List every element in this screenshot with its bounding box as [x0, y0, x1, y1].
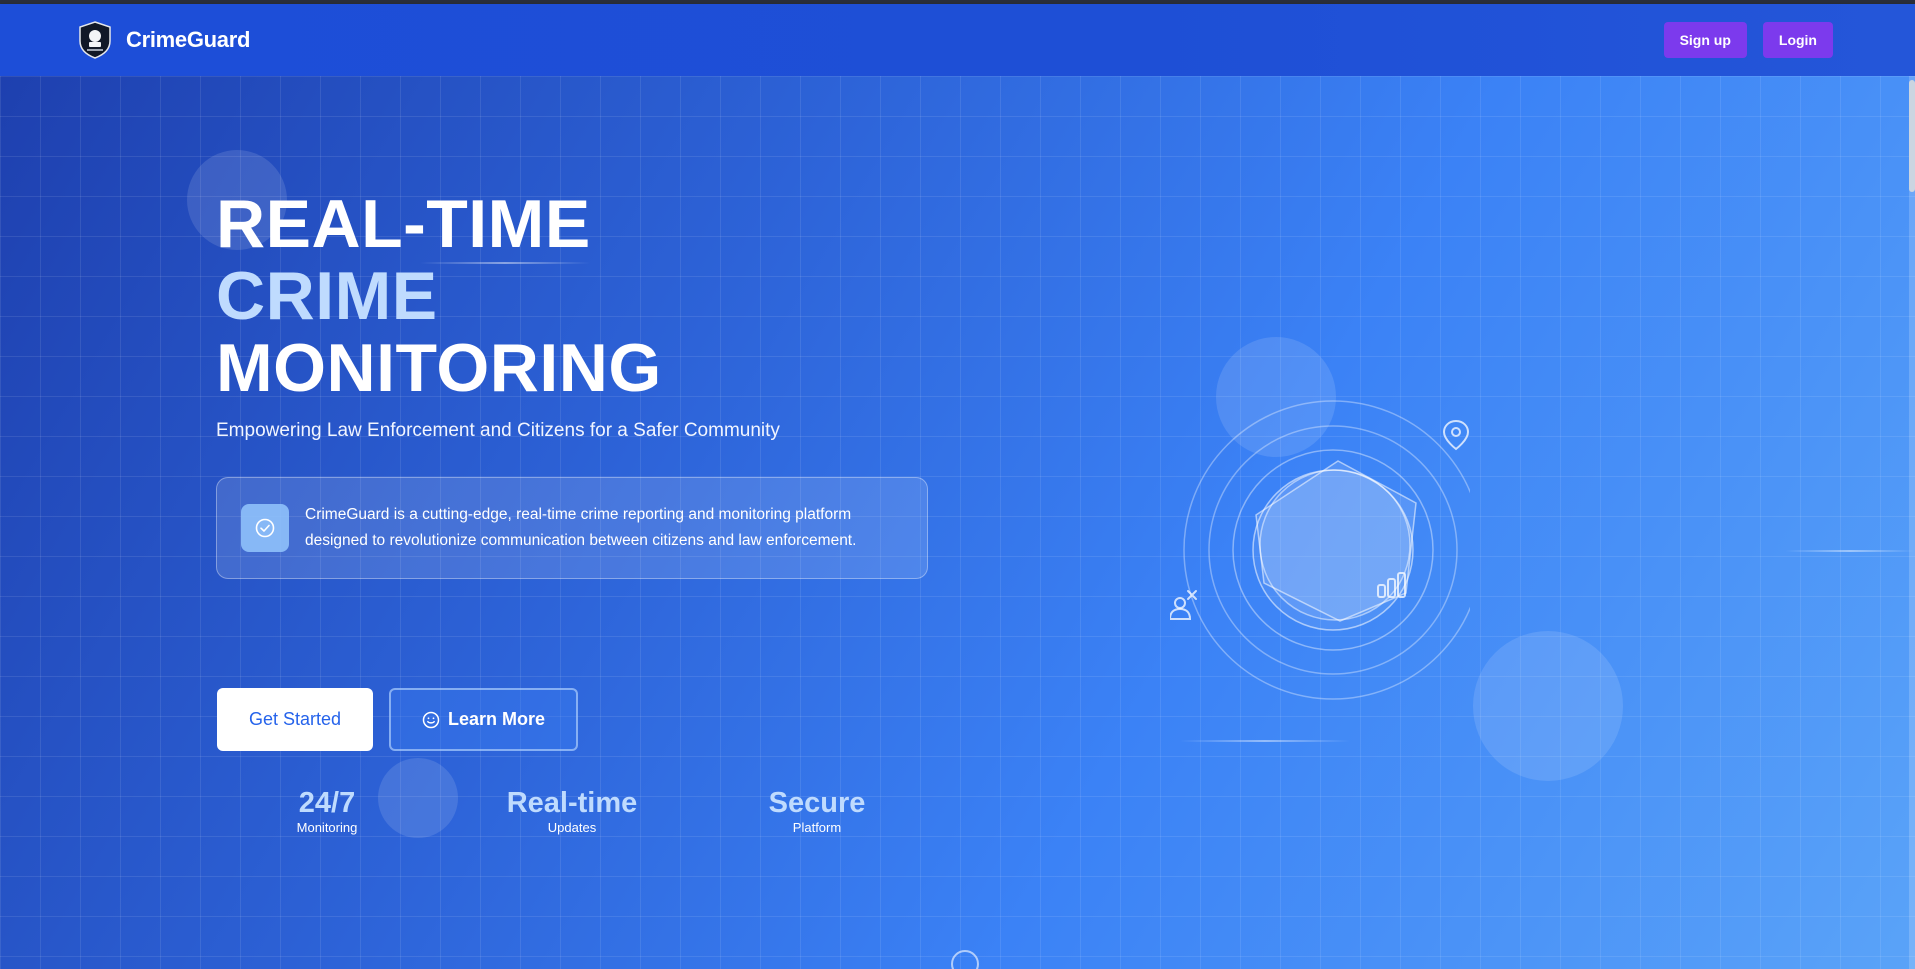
decor-line: [1785, 550, 1915, 552]
learn-more-label: Learn More: [447, 709, 546, 729]
stat-value: Real-time: [506, 787, 638, 819]
get-started-button[interactable]: Get Started: [217, 688, 373, 751]
hero-title-line1: REAL-TIME: [216, 186, 591, 262]
location-pin-icon: [1442, 419, 1470, 451]
smile-icon: [422, 711, 440, 728]
scrollbar-track[interactable]: [1909, 76, 1915, 969]
hero-subtitle: Empowering Law Enforcement and Citizens …: [216, 420, 780, 441]
decor-bubble: [1473, 631, 1623, 781]
info-description: CrimeGuard is a cutting-edge, real-time …: [305, 506, 857, 549]
stat-item: Secure Platform: [752, 786, 882, 836]
stat-label: Monitoring: [296, 820, 358, 835]
scrollbar-thumb[interactable]: [1909, 80, 1915, 192]
stat-label: Updates: [547, 820, 597, 835]
stat-value: Secure: [768, 787, 866, 819]
hero-title-line2: CRIME: [216, 258, 438, 334]
stat-item: 24/7 Monitoring: [272, 786, 382, 836]
learn-more-button[interactable]: Learn More: [389, 688, 578, 751]
brand-name: CrimeGuard: [126, 27, 251, 52]
nav-actions: Sign up Login: [1663, 22, 1833, 58]
stat-item: Real-time Updates: [492, 786, 652, 836]
hero-title-line3: MONITORING: [216, 330, 662, 406]
navbar: CrimeGuard Sign up Login: [0, 4, 1915, 76]
stat-value: 24/7: [298, 787, 356, 819]
brand[interactable]: CrimeGuard: [78, 21, 250, 59]
monitoring-illustration: [1170, 400, 1470, 700]
signup-button[interactable]: Sign up: [1663, 22, 1747, 58]
check-circle-icon: [241, 504, 289, 552]
login-button[interactable]: Login: [1762, 22, 1833, 58]
hero-title: REAL-TIME CRIME MONITORING: [216, 188, 662, 404]
decor-line: [1180, 740, 1350, 742]
stat-label: Platform: [792, 820, 842, 835]
user-alert-icon: [1170, 590, 1197, 620]
info-card: CrimeGuard is a cutting-edge, real-time …: [216, 477, 928, 579]
decor-bubble: [378, 758, 458, 838]
police-shield-logo: [79, 21, 111, 59]
